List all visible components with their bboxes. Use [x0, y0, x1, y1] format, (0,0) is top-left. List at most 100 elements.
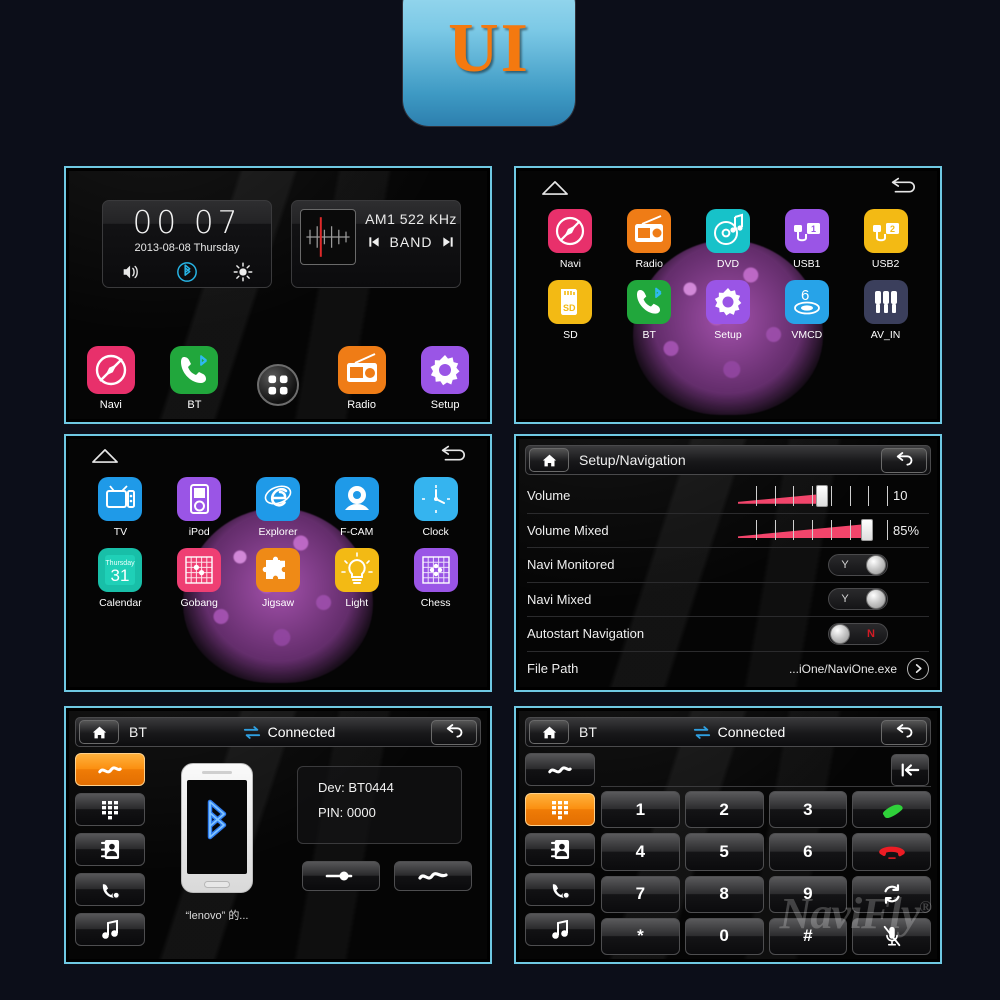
- radio-icon[interactable]: [627, 209, 672, 253]
- app-cell-sd[interactable]: SD SD: [531, 280, 610, 341]
- app-cell-gobang[interactable]: Gobang: [160, 548, 239, 609]
- app-cell-clock[interactable]: Clock: [396, 477, 475, 538]
- radio-widget[interactable]: AM1 522 KHz BAND: [291, 200, 461, 288]
- brightness-icon[interactable]: [232, 261, 254, 283]
- key-4[interactable]: 4: [601, 833, 680, 871]
- vmcd-disc-6-icon[interactable]: 6: [784, 280, 829, 324]
- app-cell-dvd[interactable]: DVD: [689, 209, 768, 270]
- back-arrow-icon[interactable]: [881, 447, 927, 473]
- setup-row-file-path[interactable]: File Path ...iOne/NaviOne.exe: [527, 652, 929, 687]
- compass-off-icon[interactable]: [86, 346, 135, 394]
- dock-item-setup[interactable]: Setup: [410, 346, 480, 411]
- key-6[interactable]: 6: [768, 833, 848, 871]
- backspace-icon[interactable]: [891, 754, 929, 786]
- radio-band-label[interactable]: BAND: [390, 234, 433, 250]
- call-end-icon[interactable]: [852, 833, 931, 871]
- volume-slider[interactable]: [738, 484, 888, 507]
- ipod-icon[interactable]: [177, 477, 222, 521]
- music-note-icon[interactable]: [525, 913, 595, 946]
- apps-grid-icon[interactable]: [256, 364, 299, 406]
- gear-icon[interactable]: [421, 346, 470, 394]
- dock-item-apps[interactable]: [243, 361, 313, 411]
- next-track-icon[interactable]: [440, 234, 456, 250]
- key-3[interactable]: 3: [768, 791, 848, 829]
- app-cell-avin[interactable]: AV_IN: [846, 280, 925, 341]
- explorer-e-icon[interactable]: [255, 477, 300, 521]
- app-cell-usb2[interactable]: 2 USB2: [846, 209, 925, 270]
- key-0[interactable]: 0: [684, 917, 764, 955]
- clock-face-icon[interactable]: [413, 477, 458, 521]
- dial-number-display[interactable]: [601, 753, 931, 787]
- prev-track-icon[interactable]: [366, 234, 382, 250]
- gear-icon[interactable]: [705, 280, 750, 324]
- navi-monitored-toggle[interactable]: Y: [828, 553, 888, 576]
- back-arrow-icon[interactable]: [881, 719, 927, 745]
- calendar-icon[interactable]: Thursday 31: [98, 548, 143, 592]
- volume-mixed-slider[interactable]: [738, 519, 888, 542]
- key-9[interactable]: 9: [768, 875, 848, 913]
- back-arrow-icon[interactable]: [887, 177, 917, 197]
- setup-row-volume[interactable]: Volume 10: [527, 479, 929, 514]
- chess-board-icon[interactable]: [413, 548, 458, 592]
- app-cell-chess[interactable]: Chess: [396, 548, 475, 609]
- bt-connect-icon[interactable]: [394, 861, 472, 891]
- chevron-right-icon[interactable]: [907, 657, 929, 680]
- key-7[interactable]: 7: [601, 875, 680, 913]
- key-5[interactable]: 5: [684, 833, 764, 871]
- setup-row-navi-mixed[interactable]: Navi Mixed Y: [527, 583, 929, 617]
- key-1[interactable]: 1: [601, 791, 680, 829]
- dialpad-icon[interactable]: [75, 793, 145, 826]
- home-outline-icon[interactable]: [91, 447, 119, 464]
- app-cell-explorer[interactable]: Explorer: [239, 477, 318, 538]
- dock-item-bt[interactable]: BT: [159, 346, 229, 411]
- disconnect-icon[interactable]: [302, 861, 380, 891]
- autostart-navigation-toggle[interactable]: N: [828, 622, 888, 645]
- volume-icon[interactable]: [120, 261, 142, 283]
- call-history-icon[interactable]: [525, 873, 595, 906]
- key-hash[interactable]: #: [768, 917, 848, 955]
- phone-bluetooth-icon[interactable]: [170, 346, 219, 394]
- home-icon[interactable]: [529, 720, 569, 744]
- setup-row-autostart-navigation[interactable]: Autostart Navigation N: [527, 617, 929, 652]
- call-answer-icon[interactable]: [852, 791, 931, 829]
- app-cell-light[interactable]: Light: [317, 548, 396, 609]
- app-cell-vmcd[interactable]: 6 VMCD: [767, 280, 846, 341]
- contacts-icon[interactable]: [75, 833, 145, 866]
- back-arrow-icon[interactable]: [437, 445, 467, 465]
- lightbulb-icon[interactable]: [334, 548, 379, 592]
- phone-bluetooth-icon[interactable]: [627, 280, 672, 324]
- dock-item-radio[interactable]: Radio: [327, 346, 397, 411]
- home-icon[interactable]: [79, 720, 119, 744]
- setup-row-navi-monitored[interactable]: Navi Monitored Y: [527, 548, 929, 583]
- usb-plug-1-icon[interactable]: 1: [784, 209, 829, 253]
- dialpad-icon[interactable]: [525, 793, 595, 826]
- sd-card-icon[interactable]: SD: [548, 280, 593, 324]
- usb-plug-2-icon[interactable]: 2: [863, 209, 908, 253]
- key-2[interactable]: 2: [684, 791, 764, 829]
- app-cell-tv[interactable]: TV: [81, 477, 160, 538]
- app-cell-fcam[interactable]: F-CAM: [317, 477, 396, 538]
- app-cell-radio[interactable]: Radio: [610, 209, 689, 270]
- mic-mute-icon[interactable]: [852, 917, 931, 955]
- key-8[interactable]: 8: [684, 875, 764, 913]
- app-cell-usb1[interactable]: 1 USB1: [767, 209, 846, 270]
- bt-connect-icon[interactable]: [525, 753, 595, 786]
- bluetooth-icon[interactable]: [176, 261, 198, 283]
- app-cell-setup[interactable]: Setup: [689, 280, 768, 341]
- back-arrow-icon[interactable]: [431, 719, 477, 745]
- toggle-knob[interactable]: [830, 623, 850, 644]
- television-icon[interactable]: [98, 477, 143, 521]
- rca-plugs-icon[interactable]: [863, 280, 908, 324]
- bt-connect-icon[interactable]: [75, 753, 145, 786]
- webcam-icon[interactable]: [334, 477, 379, 521]
- contacts-icon[interactable]: [525, 833, 595, 866]
- home-icon[interactable]: [529, 448, 569, 472]
- call-transfer-icon[interactable]: [852, 875, 931, 913]
- app-cell-calendar[interactable]: Thursday 31 Calendar: [81, 548, 160, 609]
- app-cell-jigsaw[interactable]: Jigsaw: [239, 548, 318, 609]
- dock-item-navi[interactable]: Navi: [76, 346, 146, 411]
- app-cell-navi[interactable]: Navi: [531, 209, 610, 270]
- clock-widget[interactable]: 00 07 2013-08-08 Thursday: [102, 200, 272, 288]
- disc-music-icon[interactable]: [705, 209, 750, 253]
- app-cell-ipod[interactable]: iPod: [160, 477, 239, 538]
